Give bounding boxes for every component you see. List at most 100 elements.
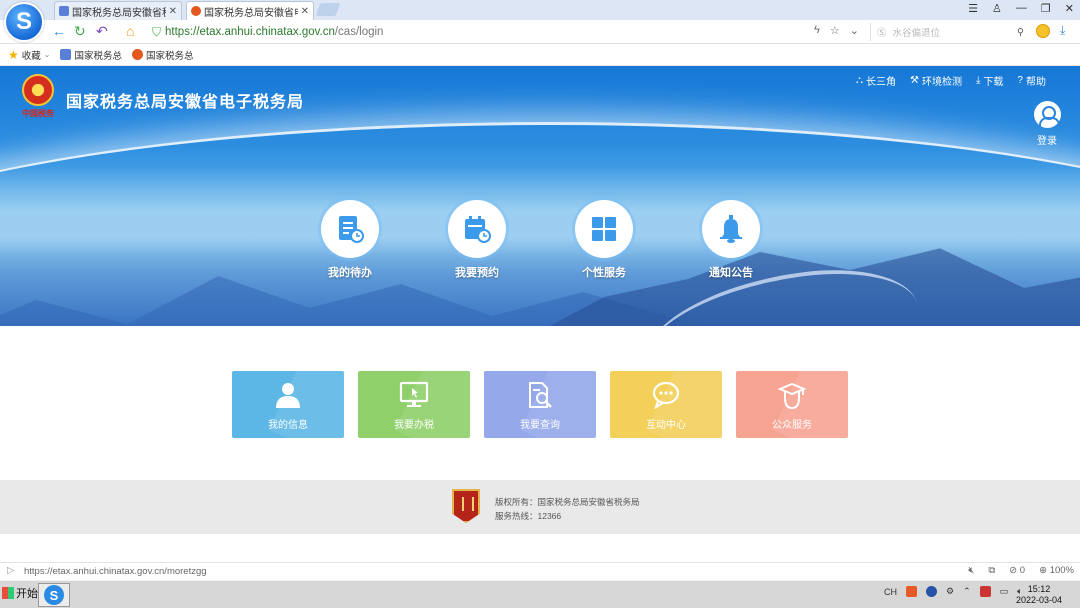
browser-tab-bar: 国家税务总局安徽省税务 ✕ 国家税务总局安徽省电子 ✕ ☰ ♙ — ❐ ✕ — [0, 0, 1080, 20]
new-tab-button[interactable] — [315, 3, 341, 16]
search-document-icon — [484, 381, 596, 409]
download-icon[interactable]: ⤓ — [1060, 23, 1065, 38]
bell-icon — [702, 200, 760, 258]
home-icon[interactable]: ⌂ — [126, 23, 134, 39]
browser-status-bar: ▷ https://etax.anhui.chinatax.gov.cn/mor… — [0, 562, 1080, 580]
browser-logo[interactable]: S — [4, 2, 44, 42]
input-language[interactable]: CH — [884, 587, 897, 597]
card-query[interactable]: 我要查询 — [484, 371, 596, 438]
clock-time: 15:12 — [1027, 584, 1051, 594]
screenshot-icon[interactable]: ⧉ — [988, 565, 995, 576]
mute-icon[interactable]: 🔇︎ — [968, 565, 974, 576]
download-icon: ⤓ — [975, 75, 981, 86]
card-interaction[interactable]: 互动中心 — [610, 371, 722, 438]
hero-my-todo[interactable]: 我的待办 — [320, 200, 380, 280]
nav-yangtze-delta[interactable]: ⛬ 长三角 — [856, 73, 896, 88]
close-icon[interactable]: ✕ — [169, 6, 177, 17]
taskbar-browser-button[interactable]: S — [38, 583, 70, 607]
bookmark-label: 国家税务总 — [74, 50, 122, 62]
address-bar: ← ↻ ↶ ⌂ ⛉ https://etax.anhui.chinatax.go… — [0, 20, 1080, 44]
ad-block-badge[interactable]: ⊘ 0 — [1009, 565, 1025, 576]
lightning-icon[interactable]: ϟ — [814, 24, 820, 37]
page-footer: 版权所有：国家税务总局安徽省税务局 服务热线：12366 — [0, 480, 1080, 534]
nav-help[interactable]: ? 帮助 — [1017, 73, 1046, 88]
zoom-control[interactable]: ⊕ 100% — [1039, 565, 1074, 576]
network-tray-icon[interactable]: ▭ — [1000, 586, 1009, 597]
nav-label: 下载 — [983, 77, 1004, 88]
emblem-disc — [22, 74, 54, 106]
chevron-down-icon: ⌄ — [43, 50, 51, 59]
monitor-icon — [358, 381, 470, 409]
hero-personal-service[interactable]: 个性服务 — [574, 200, 634, 280]
url-host: https://etax.anhui.chinatax.gov.cn — [165, 26, 335, 38]
refresh-icon[interactable]: ↻ — [74, 23, 86, 40]
hero-label: 个性服务 — [582, 267, 626, 279]
star-icon: ★ — [8, 47, 19, 62]
zoom-level: 100% — [1049, 565, 1074, 576]
bookmark-favorites[interactable]: ★ 收藏 ⌄ — [8, 48, 50, 62]
hero-label: 我的待办 — [328, 267, 372, 279]
bookmark-item[interactable]: 国家税务总 — [60, 48, 122, 62]
close-icon[interactable]: ✕ — [301, 6, 309, 17]
back-icon[interactable]: ← — [52, 23, 66, 39]
calendar-clock-icon — [448, 200, 506, 258]
browser-logo-icon: S — [44, 585, 64, 605]
antivirus-icon[interactable] — [979, 586, 991, 597]
wrench-icon: ⚒ — [910, 75, 919, 86]
url-input[interactable]: ⛉ https://etax.anhui.chinatax.gov.cn/cas… — [152, 22, 864, 42]
settings-tray-icon[interactable]: ⚙ — [946, 586, 954, 597]
start-button[interactable]: 开始 — [2, 585, 38, 601]
windows-logo-icon — [2, 587, 14, 599]
system-clock[interactable]: 15:12 2022-03-04 — [1016, 584, 1062, 606]
tax-badge-icon — [452, 489, 480, 523]
card-label: 互动中心 — [646, 420, 686, 431]
bookmark-item[interactable]: 国家税务总 — [132, 48, 194, 62]
browser-tab-2[interactable]: 国家税务总局安徽省电子 ✕ — [186, 1, 314, 20]
bookmark-label: 收藏 — [21, 50, 41, 62]
card-label: 我的信息 — [268, 420, 308, 431]
menu-icon[interactable]: ☰ — [968, 2, 978, 15]
card-my-info[interactable]: 我的信息 — [232, 371, 344, 438]
close-window-icon[interactable]: ✕ — [1065, 2, 1074, 15]
nav-environment-check[interactable]: ⚒ 环境检测 — [910, 73, 962, 88]
chevron-down-icon[interactable]: ⌄ — [850, 24, 859, 37]
hero-notice[interactable]: 通知公告 — [701, 200, 761, 280]
graduate-icon — [736, 381, 848, 410]
sidebar-toggle-icon[interactable]: ▷ — [7, 565, 14, 576]
page-title: 国家税务总局安徽省电子税务局 — [66, 94, 305, 111]
network-icon: ⛬ — [856, 75, 863, 86]
tax-favicon — [59, 6, 69, 16]
restore-icon[interactable]: ❐ — [1041, 2, 1051, 15]
nav-download[interactable]: ⤓ 下载 — [976, 73, 1003, 88]
hero-label: 我要预约 — [455, 267, 499, 279]
browser-tab-1[interactable]: 国家税务总局安徽省税务 ✕ — [54, 1, 182, 20]
bookmark-label: 国家税务总 — [146, 50, 194, 62]
card-tax-handling[interactable]: 我要办税 — [358, 371, 470, 438]
grid-icon — [575, 200, 633, 258]
nav-label: 帮助 — [1025, 77, 1046, 88]
card-label: 公众服务 — [772, 420, 812, 431]
skin-icon[interactable]: ♙ — [992, 2, 1002, 15]
star-icon[interactable]: ☆ — [830, 24, 840, 37]
minimize-icon[interactable]: — — [1016, 2, 1027, 15]
status-url: https://etax.anhui.chinatax.gov.cn/moret… — [24, 566, 207, 577]
search-input[interactable]: Ⓢ 水谷偏退位 ⚲ — [870, 23, 1028, 41]
login-button[interactable]: 登录 — [1032, 101, 1062, 147]
emoji-icon[interactable] — [1036, 24, 1050, 38]
nav-label: 环境检测 — [921, 77, 962, 88]
tray-expand-icon[interactable]: ⌃ — [963, 586, 971, 597]
undo-icon[interactable]: ↶ — [96, 23, 108, 40]
card-public-service[interactable]: 公众服务 — [736, 371, 848, 438]
card-label: 我要办税 — [394, 420, 434, 431]
sogou-icon[interactable] — [906, 586, 917, 597]
help-tray-icon[interactable] — [926, 586, 937, 597]
tax-favicon — [60, 49, 72, 60]
url-path: /cas/login — [334, 26, 384, 38]
search-icon[interactable]: ⚲ — [1017, 27, 1024, 38]
status-tools: 🔇︎ ⧉ ⊘ 0 ⊕ 100% — [968, 565, 1074, 576]
os-taskbar: 开始 S CH ⚙ ⌃ ▭ 🔈︎ 15:12 2022-03-04 — [0, 580, 1080, 608]
footer-hotline: 服务热线：12366 — [495, 511, 562, 521]
nav-label: 长三角 — [866, 77, 896, 88]
system-tray: CH ⚙ ⌃ ▭ 🔈︎ — [884, 586, 1023, 597]
hero-appointment[interactable]: 我要预约 — [447, 200, 507, 280]
